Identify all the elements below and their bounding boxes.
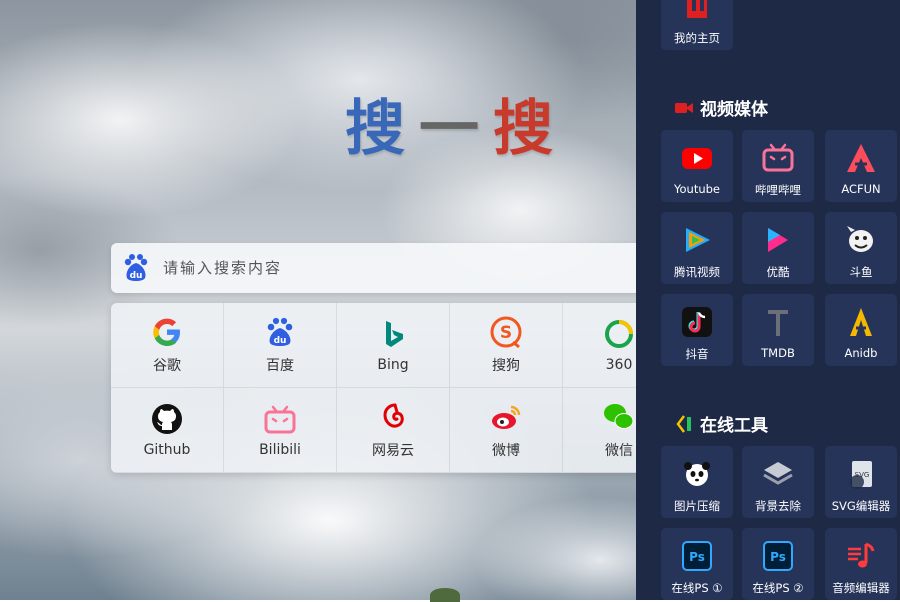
- svg-text:Ps: Ps: [689, 550, 705, 564]
- engine-label: 360: [605, 357, 633, 373]
- youtube-icon: [682, 148, 712, 169]
- side-panel: 我的主页 视频媒体 Youtube 哔哩哔哩 ACFUN 腾讯视频 优酷 斗鱼 …: [636, 0, 900, 600]
- tile-label: 在线PS ②: [752, 581, 804, 595]
- douyu-icon: [847, 226, 873, 252]
- title-char-2: 一: [419, 93, 481, 164]
- baidu-icon: du: [267, 317, 293, 346]
- tile-label: 图片压缩: [674, 499, 720, 513]
- tile-label: Anidb: [844, 346, 878, 360]
- engine-label: Bing: [377, 357, 409, 373]
- tile-tmdb[interactable]: TMDB: [742, 294, 814, 366]
- tile-online-ps-1[interactable]: Ps 在线PS ①: [661, 528, 733, 600]
- tile-online-ps-2[interactable]: Ps 在线PS ②: [742, 528, 814, 600]
- engine-sogou[interactable]: S 搜狗: [450, 303, 563, 388]
- engine-label: 微博: [492, 443, 520, 459]
- wechat-icon: [604, 404, 634, 429]
- tile-tiktok[interactable]: 抖音: [661, 294, 733, 366]
- engine-bilibili[interactable]: Bilibili: [224, 388, 337, 473]
- sogou-icon: S: [490, 316, 522, 349]
- netease-music-icon: [383, 403, 404, 428]
- tile-youtube[interactable]: Youtube: [661, 130, 733, 202]
- engine-label: Bilibili: [259, 442, 301, 458]
- tile-anidb[interactable]: Anidb: [825, 294, 897, 366]
- tile-label: 在线PS ①: [671, 581, 723, 595]
- engine-netease[interactable]: 网易云: [337, 388, 450, 473]
- engine-baidu[interactable]: du 百度: [224, 303, 337, 388]
- svg-text:du: du: [130, 271, 143, 281]
- google-icon: [153, 318, 180, 346]
- tile-label: 哔哩哔哩: [755, 183, 801, 197]
- tile-youku[interactable]: 优酷: [742, 212, 814, 284]
- page-title: 搜 一 搜: [345, 88, 555, 164]
- tile-label: 音频编辑器: [832, 581, 890, 595]
- search-engine-grid: 谷歌 du 百度 Bing S 搜狗 360 Github Bilibili 网…: [111, 303, 671, 473]
- section-title-video: 视频媒体: [674, 95, 768, 120]
- engine-label: 微信: [605, 443, 633, 459]
- tile-homepage[interactable]: 我的主页: [661, 0, 733, 50]
- tile-label: 斗鱼: [849, 265, 873, 279]
- video-camera-icon: [675, 102, 693, 113]
- tile-douyu[interactable]: 斗鱼: [825, 212, 897, 284]
- engine-google[interactable]: 谷歌: [111, 303, 224, 388]
- panda-icon: [684, 462, 710, 486]
- tile-label: 抖音: [685, 347, 709, 361]
- tile-label: 背景去除: [755, 499, 801, 513]
- tools-icon: [676, 414, 691, 433]
- baidu-icon[interactable]: du: [119, 251, 153, 285]
- tile-label: TMDB: [761, 346, 795, 360]
- tile-label: 腾讯视频: [674, 265, 720, 279]
- tile-acfun[interactable]: ACFUN: [825, 130, 897, 202]
- search-input[interactable]: [161, 258, 585, 278]
- tile-image-compress[interactable]: 图片压缩: [661, 446, 733, 518]
- photoshop-icon: Ps: [763, 541, 793, 571]
- tiktok-icon: [682, 307, 712, 337]
- layers-icon: [763, 462, 793, 485]
- music-note-icon: [848, 542, 875, 568]
- tile-svg-editor[interactable]: SVG SVG编辑器: [825, 446, 897, 518]
- github-icon: [152, 404, 182, 434]
- bing-icon: [386, 321, 403, 347]
- engine-bing[interactable]: Bing: [337, 303, 450, 388]
- tile-bilibili[interactable]: 哔哩哔哩: [742, 130, 814, 202]
- svg-file-icon: SVG: [850, 461, 872, 489]
- weibo-icon: [492, 405, 521, 429]
- 360-icon: [605, 320, 633, 348]
- tile-background-remove[interactable]: 背景去除: [742, 446, 814, 518]
- search-bar: du: [111, 243, 651, 293]
- acfun-icon: [847, 144, 875, 172]
- title-char-1: 搜: [345, 93, 407, 164]
- photoshop-icon: Ps: [682, 541, 712, 571]
- tile-label: Youtube: [674, 182, 720, 196]
- title-char-3: 搜: [493, 93, 555, 164]
- engine-label: Github: [143, 442, 191, 458]
- tile-label: 我的主页: [674, 31, 720, 45]
- engine-weibo[interactable]: 微博: [450, 388, 563, 473]
- engine-label: 百度: [266, 358, 294, 374]
- svg-text:S: S: [500, 323, 512, 343]
- engine-github[interactable]: Github: [111, 388, 224, 473]
- bilibili-icon: [264, 405, 296, 434]
- tencent-video-icon: [686, 228, 710, 252]
- bilibili-icon: [762, 143, 794, 172]
- tile-label: 优酷: [766, 265, 790, 279]
- anidb-icon: [850, 308, 872, 336]
- tile-audio-editor[interactable]: 音频编辑器: [825, 528, 897, 600]
- tile-tencent-video[interactable]: 腾讯视频: [661, 212, 733, 284]
- home-icon: [687, 0, 707, 18]
- section-title-tools: 在线工具: [674, 411, 768, 436]
- youku-icon: [768, 228, 788, 252]
- engine-label: 谷歌: [153, 358, 181, 374]
- svg-text:du: du: [274, 336, 287, 346]
- tmdb-icon: [768, 310, 788, 336]
- svg-text:Ps: Ps: [770, 550, 786, 564]
- tile-label: SVG编辑器: [831, 499, 891, 513]
- engine-label: 网易云: [372, 443, 414, 459]
- engine-label: 搜狗: [492, 358, 520, 374]
- tile-label: ACFUN: [841, 182, 881, 196]
